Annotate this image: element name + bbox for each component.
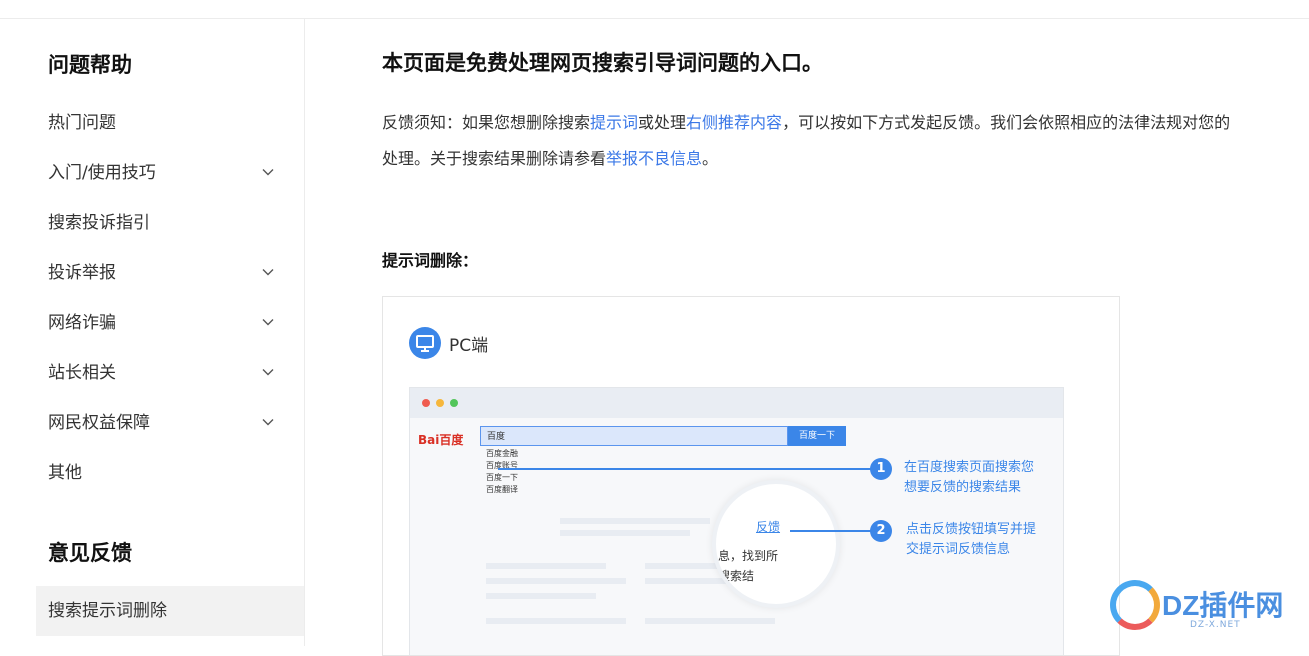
pc-guide-card: PC端 Bai百度 百度 百度一下 百度金融 百度账号 百度一下 百度翻译 1 …	[382, 296, 1120, 656]
notice-line2: 处理。关于搜索结果删除请参看	[382, 149, 607, 168]
suggestion-item: 百度翻译	[486, 485, 518, 494]
sidebar-item-label: 入门/使用技巧	[48, 163, 156, 183]
illustration-search-box: 百度	[480, 426, 788, 446]
section-title: 提示词删除：	[382, 251, 479, 270]
sidebar-item[interactable]: 搜索投诉指引	[36, 198, 304, 248]
sidebar-item[interactable]: 网络诈骗	[36, 298, 304, 348]
maximize-dot-icon	[450, 399, 458, 407]
notice-prefix: 反馈须知：如果您想删除搜索	[382, 113, 591, 132]
sidebar-item[interactable]: 网民权益保障	[36, 398, 304, 448]
sidebar-item-prompt-delete[interactable]: 搜索提示词删除	[36, 586, 304, 636]
platform-label: PC端	[449, 336, 489, 356]
sidebar-item[interactable]: 热门问题	[36, 98, 304, 148]
suggestion-item: 百度金融	[486, 449, 518, 458]
sidebar-item-label: 网络诈骗	[48, 313, 116, 333]
feedback-section-title: 意见反馈	[48, 541, 132, 565]
faint-result-line	[486, 618, 626, 624]
faint-result-line	[486, 578, 626, 584]
faint-result-line	[560, 518, 710, 524]
magnified-result-text: 息，找到所 搜索结	[718, 549, 779, 583]
browser-titlebar	[410, 388, 1063, 418]
prompt-word-link[interactable]: 提示词	[590, 113, 638, 132]
report-bad-info-link[interactable]: 举报不良信息	[606, 149, 702, 168]
sidebar-item-label: 网民权益保障	[48, 413, 150, 433]
sidebar-item[interactable]: 投诉举报	[36, 248, 304, 298]
notice-end: 。	[702, 149, 719, 168]
page-title: 本页面是免费处理网页搜索引导词问题的入口。	[382, 51, 823, 75]
sidebar-item[interactable]: 入门/使用技巧	[36, 148, 304, 198]
sidebar-item-label: 搜索提示词删除	[48, 601, 167, 621]
sidebar-item[interactable]: 站长相关	[36, 348, 304, 398]
right-recommend-link[interactable]: 右侧推荐内容	[686, 113, 782, 132]
callout-line-1	[498, 468, 878, 470]
chevron-down-icon	[262, 269, 274, 276]
baidu-logo: Bai百度	[418, 433, 464, 447]
step-1-badge: 1	[870, 458, 892, 480]
faint-result-line	[560, 530, 690, 536]
suggestion-item: 百度账号	[486, 461, 518, 470]
magnifier-lens: 反馈 息，找到所 搜索结	[712, 480, 840, 608]
minimize-dot-icon	[436, 399, 444, 407]
help-section-title: 问题帮助	[48, 53, 132, 77]
sidebar-item-label: 投诉举报	[48, 263, 116, 283]
site-watermark: DZ插件网 DZ-X.NET	[1110, 580, 1300, 636]
faint-result-line	[486, 563, 606, 569]
watermark-logo-icon	[1110, 580, 1160, 630]
notice-mid2: ，可以按如下方式发起反馈。我们会依照相应的法律法规对您的	[782, 113, 1231, 132]
browser-illustration: Bai百度 百度 百度一下 百度金融 百度账号 百度一下 百度翻译 1 在百度搜…	[409, 387, 1064, 655]
feedback-link: 反馈	[756, 520, 781, 534]
sidebar-item-label: 站长相关	[48, 363, 116, 383]
monitor-icon	[409, 327, 441, 359]
sidebar-item-label: 热门问题	[48, 113, 116, 133]
watermark-subtext: DZ-X.NET	[1190, 620, 1241, 630]
help-sidebar: 问题帮助 热门问题入门/使用技巧 搜索投诉指引 投诉举报网络诈骗站长相关网民权益保障…	[0, 19, 305, 646]
main-content: 本页面是免费处理网页搜索引导词问题的入口。 反馈须知：如果您想删除搜索提示词或处…	[382, 19, 1309, 656]
sidebar-item-label: 其他	[48, 463, 82, 483]
faint-result-line	[645, 618, 775, 624]
step-2-text: 点击反馈按钮填写并提 交提示词反馈信息	[906, 522, 1037, 557]
callout-line-2	[790, 530, 878, 532]
suggestion-item: 百度一下	[486, 473, 518, 482]
step-1-text: 在百度搜索页面搜索您 想要反馈的搜索结果	[904, 460, 1035, 495]
faint-result-line	[486, 593, 596, 599]
notice-mid1: 或处理	[638, 113, 687, 132]
sidebar-item-label: 搜索投诉指引	[48, 213, 150, 233]
step-2-badge: 2	[870, 520, 892, 542]
illustration-search-button: 百度一下	[788, 426, 846, 446]
notice-paragraph: 反馈须知：如果您想删除搜索提示词或处理右侧推荐内容，可以按如下方式发起反馈。我们…	[382, 105, 1309, 177]
close-dot-icon	[422, 399, 430, 407]
suggestion-list: 百度金融 百度账号 百度一下 百度翻译	[486, 448, 518, 496]
chevron-down-icon	[262, 169, 274, 176]
watermark-text: DZ插件网	[1162, 590, 1284, 621]
sidebar-item[interactable]: 其他	[36, 448, 304, 498]
chevron-down-icon	[262, 369, 274, 376]
chevron-down-icon	[262, 319, 274, 326]
chevron-down-icon	[262, 419, 274, 426]
